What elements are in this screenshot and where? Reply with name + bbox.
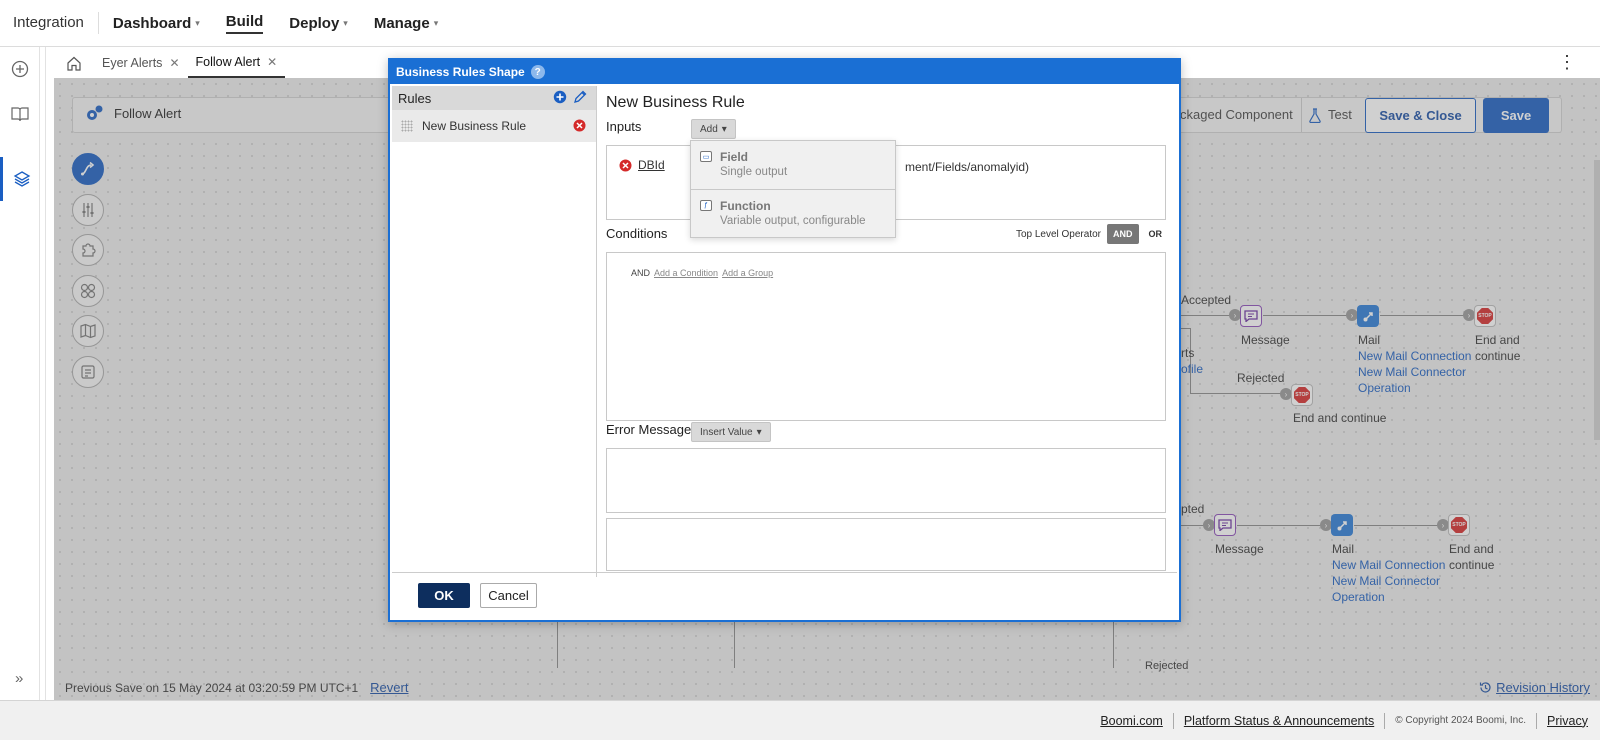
nav-dashboard[interactable]: Dashboard ▾: [113, 15, 200, 32]
footer-divider: [1384, 712, 1386, 729]
top-level-operator-label: Top Level Operator: [1015, 228, 1101, 240]
caret-down-icon: ▾: [721, 123, 727, 135]
chevron-down-icon: ▾: [195, 17, 200, 28]
rail-divider: [45, 47, 46, 715]
menu-item-field[interactable]: ▭ Field Single output: [691, 141, 895, 189]
rule-title: New Business Rule: [606, 94, 745, 111]
close-icon[interactable]: ✕: [267, 55, 277, 69]
rule-list-item[interactable]: New Business Rule: [392, 110, 596, 142]
nav-build[interactable]: Build: [225, 13, 264, 34]
add-rule-icon[interactable]: [553, 90, 568, 105]
add-input-menu: ▭ Field Single output ƒ Function Variabl…: [690, 140, 896, 238]
top-nav: Integration Dashboard ▾ Build Deploy ▾ Man…: [0, 0, 1600, 47]
footer-divider: [1172, 712, 1174, 729]
boomi-link[interactable]: Boomi.com: [1100, 714, 1163, 728]
ok-button[interactable]: OK: [418, 583, 470, 608]
privacy-link[interactable]: Privacy: [1547, 714, 1588, 728]
close-icon[interactable]: ✕: [169, 56, 179, 70]
or-toggle[interactable]: OR: [1145, 224, 1167, 244]
menu-item-function[interactable]: ƒ Function Variable output, configurable: [691, 190, 895, 238]
condition-and-label: AND: [631, 268, 651, 278]
top-level-operator: Top Level Operator AND OR: [1016, 224, 1166, 244]
input-row: DBId: [619, 158, 665, 172]
edit-rule-icon[interactable]: [573, 90, 588, 105]
dialog-footer: OK Cancel: [392, 572, 1177, 618]
delete-rule-icon[interactable]: [573, 119, 586, 135]
menu-item-subtitle: Single output: [720, 166, 788, 178]
inputs-label: Inputs: [606, 119, 642, 134]
rules-panel: Rules New Business Rule: [392, 86, 597, 577]
remove-input-icon[interactable]: [619, 159, 632, 172]
book-icon[interactable]: [0, 92, 40, 136]
layers-icon[interactable]: [0, 157, 40, 201]
cancel-button[interactable]: Cancel: [480, 583, 537, 608]
footer-bar: Boomi.com Platform Status & Announcement…: [0, 700, 1600, 740]
caret-down-icon: ▾: [756, 426, 762, 438]
rules-header: Rules: [392, 86, 596, 110]
add-group-link[interactable]: Add a Group: [722, 268, 773, 278]
home-tab[interactable]: [54, 48, 94, 78]
error-message-field[interactable]: [606, 448, 1166, 513]
error-message-label: Error Message: [606, 422, 692, 437]
chevron-down-icon: ▾: [433, 17, 439, 28]
nav-manage[interactable]: Manage ▾: [374, 15, 438, 32]
dialog-title-bar: Business Rules Shape ?: [390, 60, 1179, 84]
add-condition-link[interactable]: Add a Condition: [654, 268, 718, 278]
condition-row: AND Add a Condition Add a Group: [631, 268, 773, 278]
conditions-box: AND Add a Condition Add a Group: [606, 252, 1166, 421]
input-name-link[interactable]: DBId: [638, 158, 665, 172]
input-path-text: ment/Fields/anomalyid): [905, 160, 1030, 174]
dialog-title: Business Rules Shape: [396, 65, 525, 79]
platform-status-link[interactable]: Platform Status & Announcements: [1184, 714, 1374, 728]
menu-item-title: Function: [720, 199, 771, 213]
rule-item-label: New Business Rule: [422, 119, 527, 133]
tab-follow-alert[interactable]: Follow Alert ✕: [187, 48, 286, 78]
footer-divider: [1536, 712, 1538, 729]
home-icon: [67, 56, 81, 71]
add-circle-icon[interactable]: [0, 47, 40, 91]
chevron-down-icon: ▾: [343, 17, 348, 28]
tab-eyer-alerts[interactable]: Eyer Alerts ✕: [94, 48, 188, 78]
help-icon[interactable]: ?: [530, 65, 545, 79]
conditions-label: Conditions: [606, 226, 668, 241]
menu-item-subtitle: Variable output, configurable: [720, 215, 866, 227]
error-message-preview[interactable]: [606, 518, 1166, 571]
drag-handle-icon[interactable]: [401, 120, 413, 132]
function-icon: ƒ: [700, 200, 712, 211]
expand-rail-icon[interactable]: »: [15, 670, 23, 687]
menu-item-title: Field: [720, 150, 749, 164]
and-toggle[interactable]: AND: [1107, 224, 1139, 244]
nav-deploy[interactable]: Deploy ▾: [289, 15, 348, 32]
more-options-icon[interactable]: ⋮: [1558, 52, 1576, 73]
field-icon: ▭: [700, 151, 712, 162]
brand-label[interactable]: Integration: [0, 12, 99, 34]
left-rail: [0, 47, 40, 715]
insert-value-button[interactable]: Insert Value ▾: [691, 422, 771, 442]
copyright-text: © Copyright 2024 Boomi, Inc.: [1395, 715, 1527, 726]
add-input-button[interactable]: Add ▾: [691, 119, 736, 139]
